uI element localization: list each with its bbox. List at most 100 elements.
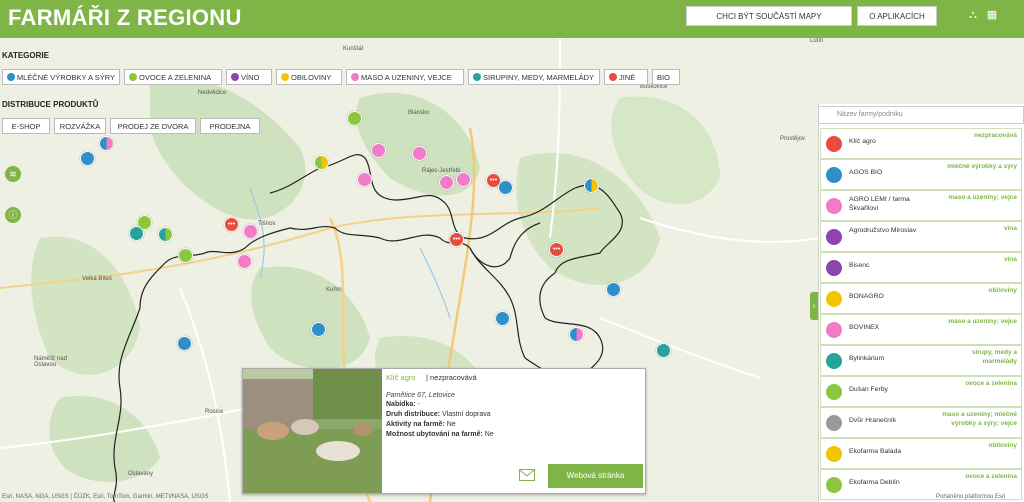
farm-marker[interactable]	[656, 343, 671, 358]
filter-grain[interactable]: OBILOVINY	[276, 69, 342, 85]
farm-list-item[interactable]: Ekofarma Balada obiloviny	[820, 438, 1022, 469]
app-title: FARMÁŘI Z REGIONU	[8, 5, 242, 30]
header: FARMÁŘI Z REGIONU CHCI BÝT SOUČÁSTÍ MAPY…	[0, 0, 1024, 38]
filter-farm-sale[interactable]: PRODEJ ZE DVORA	[110, 118, 196, 134]
farm-marker[interactable]	[569, 327, 584, 342]
farm-list-item[interactable]: BONAGRO obiloviny	[820, 283, 1022, 314]
farm-photo	[243, 369, 382, 493]
grain-icon	[826, 291, 842, 307]
filter-other[interactable]: JINÉ	[604, 69, 648, 85]
filter-meat[interactable]: MASO A UZENINY, VEJCE	[346, 69, 464, 85]
honey-icon	[473, 73, 481, 81]
popup-status: | nezpracovává	[426, 373, 477, 382]
farm-marker[interactable]	[606, 282, 621, 297]
farm-marker[interactable]: •••	[449, 232, 464, 247]
panel-toggle-button[interactable]: ›	[810, 292, 818, 320]
filter-wine[interactable]: VÍNO	[226, 69, 272, 85]
farm-marker[interactable]	[237, 254, 252, 269]
mail-icon[interactable]	[519, 469, 535, 481]
layers-icon[interactable]: ≋	[5, 166, 21, 182]
filter-dairy[interactable]: MLÉČNÉ VÝROBKY A SÝRY	[2, 69, 120, 85]
search-input[interactable]: Název farmy/podniku	[818, 106, 1024, 124]
place-label: Náměšť nad Oslavou	[34, 356, 67, 368]
distribution-title: DISTRIBUCE PRODUKTŮ	[2, 100, 99, 109]
farm-marker[interactable]	[158, 227, 173, 242]
meat-icon	[826, 322, 842, 338]
farm-list-item[interactable]: Bisenc vína	[820, 252, 1022, 283]
place-label: Rosice	[205, 409, 224, 415]
filter-delivery[interactable]: ROZVÁŽKA	[54, 118, 106, 134]
farm-marker[interactable]	[177, 336, 192, 351]
other-icon	[609, 73, 617, 81]
website-button[interactable]: Webová stránka	[548, 464, 643, 488]
popup-offer: Nabídka: -	[386, 401, 420, 408]
farm-marker[interactable]	[314, 155, 329, 170]
farm-list-item[interactable]: BOVINEX maso a uzeniny; vejce	[820, 314, 1022, 345]
farm-marker[interactable]	[495, 311, 510, 326]
farm-list-item[interactable]: AGRO LEMI / farma Škvařilovi maso a uzeni…	[820, 190, 1022, 221]
farm-list-item[interactable]: Bylinkárium sirupy, medy a marmelády	[820, 345, 1022, 376]
farm-list-item[interactable]: AGOS BIO mléčné výrobky a sýry	[820, 159, 1022, 190]
farm-marker[interactable]	[243, 224, 258, 239]
dairy-icon	[826, 167, 842, 183]
farm-marker[interactable]: •••	[549, 242, 564, 257]
place-label: Rájec-Jestřebí	[422, 168, 461, 174]
farm-marker[interactable]	[412, 146, 427, 161]
place-label: Tišnov	[258, 221, 276, 227]
place-label: Lutín	[810, 38, 824, 44]
join-map-button[interactable]: CHCI BÝT SOUČÁSTÍ MAPY	[686, 6, 852, 26]
farm-marker[interactable]	[456, 172, 471, 187]
farm-marker[interactable]: •••	[224, 217, 239, 232]
fruit-icon	[129, 73, 137, 81]
map-attribution: Esri, NASA, NGA, USGS | ČÚZK, Esri, TomT…	[2, 494, 209, 500]
farm-marker[interactable]	[80, 151, 95, 166]
share-icon[interactable]: ⛬	[967, 9, 979, 21]
fruit-icon	[826, 384, 842, 400]
place-label: Velká Bíteš	[82, 276, 113, 282]
farm-list-item[interactable]: Dušan Ferby ovoce a zelenina	[820, 376, 1022, 407]
powered-by[interactable]: Poháněno platformou Esri	[936, 494, 1005, 500]
popup-address: Pamětice 67, Letovice	[386, 392, 455, 399]
farm-marker[interactable]	[498, 180, 513, 195]
info-icon[interactable]: ⓘ	[5, 207, 21, 223]
farm-marker[interactable]	[347, 111, 362, 126]
place-label: Blansko	[408, 110, 430, 116]
farm-marker[interactable]	[129, 226, 144, 241]
meat-icon	[351, 73, 359, 81]
farm-marker[interactable]	[439, 175, 454, 190]
category-title: KATEGORIE	[2, 51, 49, 60]
dairy-icon	[7, 73, 15, 81]
place-label: Oslavany	[128, 471, 154, 477]
farm-list-item[interactable]: Dvůr Hranečník maso a uzeniny; mléčné výr…	[820, 407, 1022, 438]
filter-eshop[interactable]: E-SHOP	[2, 118, 50, 134]
apps-grid-icon[interactable]: ▦	[986, 9, 998, 21]
place-label: Kunštát	[343, 46, 364, 52]
mixed-icon	[826, 415, 842, 431]
place-label: Nedvědice	[198, 90, 227, 96]
popup-distribution: Druh distribuce: Vlastní doprava	[386, 411, 491, 418]
farm-marker[interactable]	[178, 248, 193, 263]
other-icon	[826, 136, 842, 152]
filter-fruit-veg[interactable]: OVOCE A ZELENINA	[124, 69, 222, 85]
grain-icon	[281, 73, 289, 81]
filter-shop[interactable]: PRODEJNA	[200, 118, 260, 134]
place-label: Kuřim	[326, 287, 342, 293]
popup-lodging: Možnost ubytování na farmě: Ne	[386, 431, 494, 438]
about-button[interactable]: O APLIKACÍCH	[857, 6, 937, 26]
farm-list-item[interactable]: Agrodružstvo Miroslav vína	[820, 221, 1022, 252]
farm-marker[interactable]	[357, 172, 372, 187]
honey-icon	[826, 353, 842, 369]
farm-marker[interactable]	[584, 178, 599, 193]
filter-syrups[interactable]: SIRUPINY, MEDY, MARMELÁDY	[468, 69, 600, 85]
farm-marker[interactable]	[371, 143, 386, 158]
farm-marker[interactable]	[311, 322, 326, 337]
popup-activities: Aktivity na farmě: Ne	[386, 421, 456, 428]
wine-icon	[826, 260, 842, 276]
farm-marker[interactable]	[99, 136, 114, 151]
place-label: Prostějov	[780, 136, 806, 142]
popup-farm-name[interactable]: Klíč agro	[386, 373, 416, 382]
filter-bio[interactable]: BIO	[652, 69, 680, 85]
grain-icon	[826, 446, 842, 462]
farm-list-item[interactable]: Klíč agro nezpracovává	[820, 128, 1022, 159]
meat-icon	[826, 198, 842, 214]
